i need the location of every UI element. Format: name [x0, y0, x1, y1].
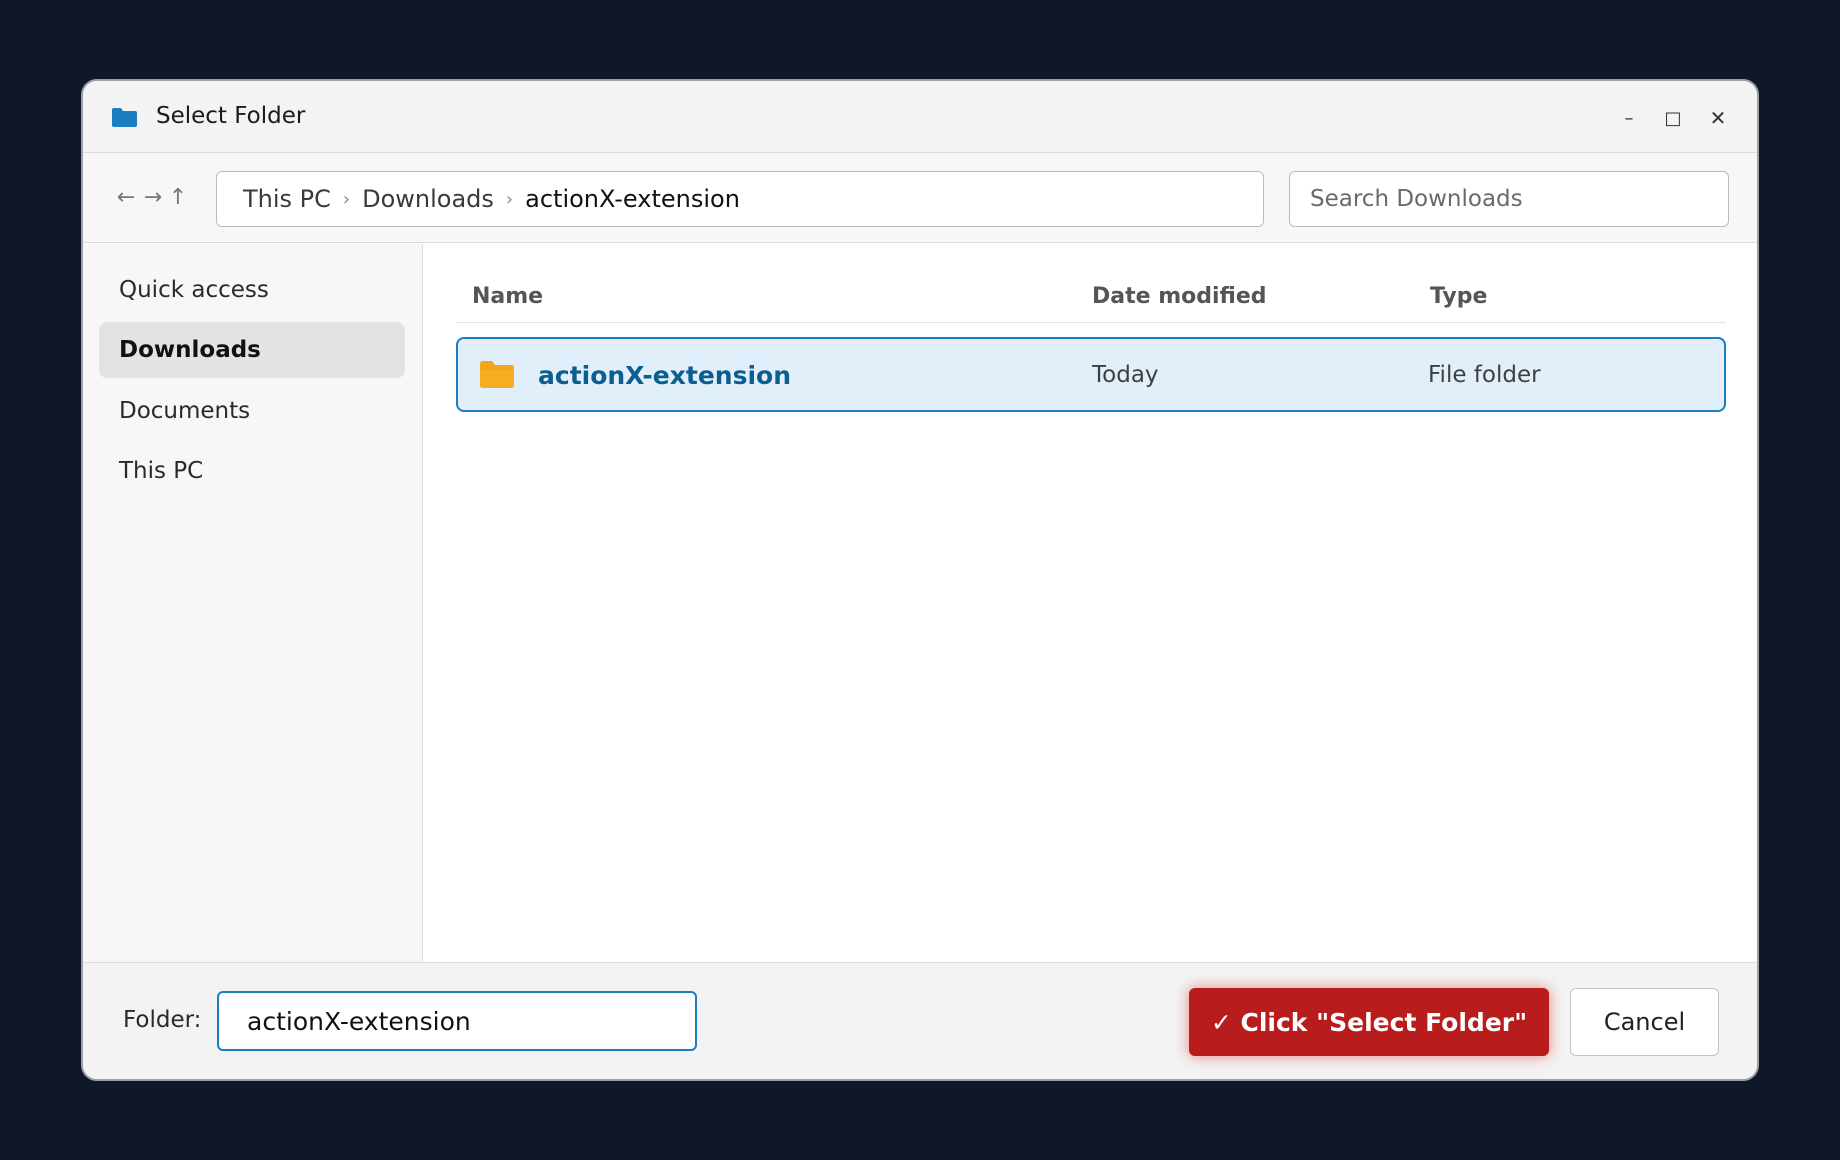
- column-header-name[interactable]: Name: [472, 284, 543, 309]
- sidebar-item-downloads[interactable]: Downloads: [99, 322, 405, 378]
- folder-icon: [112, 108, 137, 127]
- maximize-button[interactable]: □: [1658, 103, 1688, 133]
- sidebar-item-this-pc[interactable]: This PC: [99, 443, 405, 499]
- dialog-title: Select Folder: [156, 103, 306, 129]
- up-arrow-icon[interactable]: ↑: [165, 183, 191, 213]
- column-header-row: Name Date modified Type: [456, 244, 1726, 323]
- column-header-date-modified[interactable]: Date modified: [1092, 284, 1267, 309]
- close-button[interactable]: ✕: [1703, 103, 1733, 133]
- sidebar: Quick access Downloads Documents This PC: [83, 244, 423, 962]
- file-list: Name Date modified Type actionX-extensio…: [424, 244, 1757, 962]
- folder-label: Folder:: [123, 1007, 202, 1033]
- sidebar-item-documents[interactable]: Documents: [99, 383, 405, 439]
- column-header-type[interactable]: Type: [1430, 284, 1487, 309]
- select-folder-button[interactable]: ✓ Click "Select Folder": [1189, 988, 1549, 1056]
- back-arrow-icon[interactable]: ←: [113, 183, 139, 213]
- forward-arrow-icon[interactable]: →: [140, 183, 166, 213]
- breadcrumb-item-downloads[interactable]: Downloads: [362, 185, 494, 213]
- toolbar: ← → ↑ This PC › Downloads › actionX-exte…: [83, 153, 1757, 243]
- sidebar-item-quick-access[interactable]: Quick access: [99, 262, 405, 318]
- breadcrumb-separator-icon: ›: [505, 188, 514, 210]
- breadcrumb-separator-icon: ›: [342, 188, 351, 210]
- folder-icon: [480, 361, 514, 388]
- row-date-modified: Today: [1092, 362, 1159, 388]
- cancel-button[interactable]: Cancel: [1570, 988, 1719, 1056]
- select-folder-dialog: Select Folder – □ ✕ ← → ↑ This PC › Down…: [81, 79, 1759, 1081]
- title-bar: Select Folder – □ ✕: [83, 81, 1757, 153]
- breadcrumb-item-current[interactable]: actionX-extension: [525, 185, 740, 213]
- row-name: actionX-extension: [538, 361, 792, 390]
- folder-name-field[interactable]: [217, 991, 697, 1051]
- row-type: File folder: [1428, 362, 1541, 388]
- table-row[interactable]: actionX-extension Today File folder: [456, 337, 1726, 412]
- breadcrumb-item-this-pc[interactable]: This PC: [243, 185, 331, 213]
- breadcrumb[interactable]: This PC › Downloads › actionX-extension: [216, 171, 1264, 227]
- search-input[interactable]: [1289, 171, 1729, 227]
- minimize-button[interactable]: –: [1614, 103, 1644, 133]
- footer: Folder: ✓ Click "Select Folder" Cancel: [83, 962, 1757, 1079]
